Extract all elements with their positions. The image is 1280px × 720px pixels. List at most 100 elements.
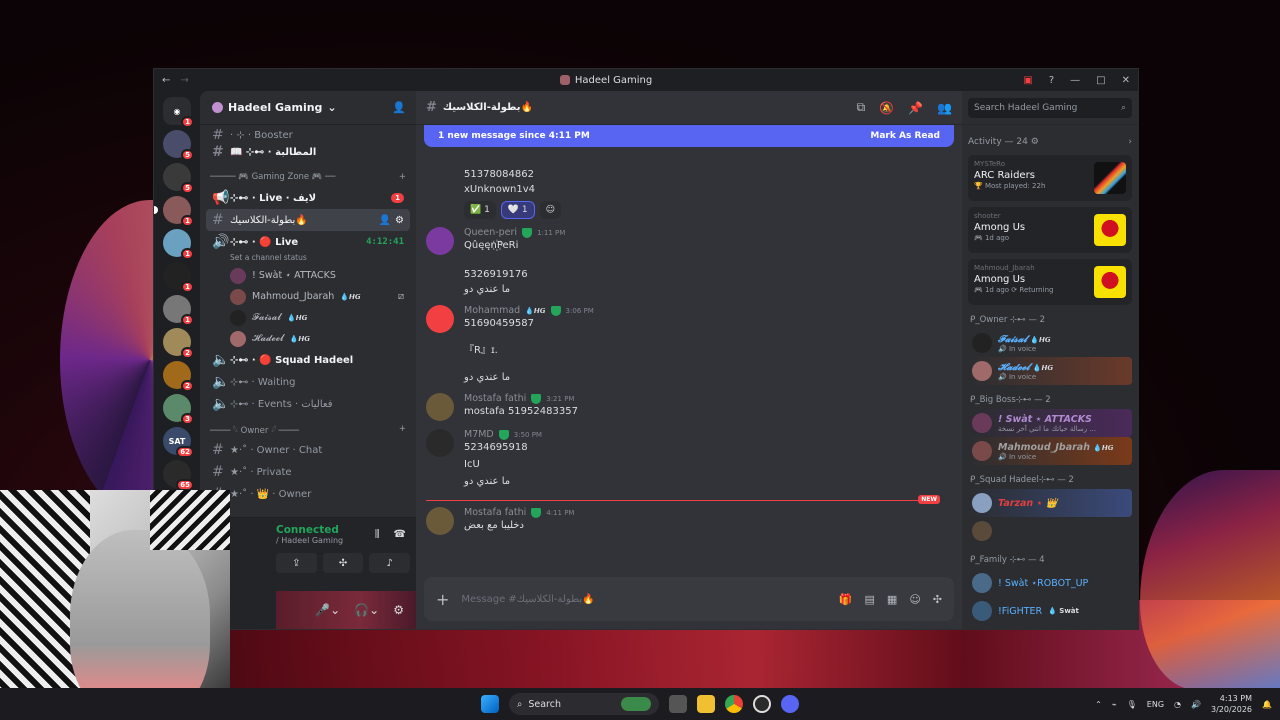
members-icon[interactable]: 👥 (937, 101, 952, 115)
guild-icon[interactable]: 1 (163, 262, 194, 293)
message-composer[interactable]: + Message #بطولة-الكلاسيك🔥 🎁 ▤ ▦ ☺ ✣ (424, 577, 954, 621)
share-screen-button[interactable]: ⇪ (276, 553, 317, 573)
channel-item[interactable]: # ★·˚ · Owner · Chat (206, 439, 410, 461)
chevron-up-icon[interactable]: ⌃ (1095, 700, 1102, 709)
member-item[interactable]: Tarzan ⋆ 👑 (968, 489, 1132, 517)
gear-icon[interactable]: ⚙ (393, 603, 404, 617)
category-gaming-zone[interactable]: ───── 🎮 Gaming Zone 🎮 ── + (206, 167, 410, 187)
guild-icon[interactable]: 65 (163, 460, 194, 491)
activities-button[interactable]: ✣ (322, 553, 364, 573)
threads-icon[interactable]: ⧉ (857, 100, 866, 115)
inbox-icon[interactable]: ▣ (1023, 75, 1032, 86)
author-name[interactable]: Mostafa fathi (464, 393, 526, 404)
sticker-icon[interactable]: ▦ (887, 593, 897, 606)
voice-user[interactable]: 𝓗𝓪𝓭𝓮𝓮𝓵 💧𝙃𝙂 (206, 328, 410, 349)
guild-icon[interactable]: 5 (163, 130, 194, 161)
member-item[interactable]: Mahmoud_Jbarah 💧𝙃𝙂 🔊 In voice (968, 437, 1132, 465)
emoji-icon[interactable]: ☺ (909, 593, 920, 606)
member-item[interactable]: ! Swàt ⋆ROBOT_UP (968, 569, 1132, 597)
voice-user[interactable]: Mahmoud_Jbarah 💧𝙃𝙂 ⧄ (206, 286, 410, 307)
guild-icon[interactable]: 2 (163, 361, 194, 392)
member-item[interactable]: ! Swàt ⋆ ATTACKS رسالة حياتك ما انتي آخر … (968, 409, 1132, 437)
task-view-icon[interactable] (669, 695, 687, 713)
file-explorer-icon[interactable] (697, 695, 715, 713)
avatar[interactable] (426, 227, 454, 255)
noise-suppression-icon[interactable]: ⫼ (375, 529, 380, 540)
channel-item[interactable]: # · ⊹ · Booster (206, 129, 410, 141)
guild-icon[interactable]: 5 (163, 163, 194, 194)
channel-item-active[interactable]: # بطولة-الكلاسيك🔥 👤 ⚙ (206, 209, 410, 231)
add-member-icon[interactable]: 👤 (392, 101, 406, 114)
close-button[interactable]: ✕ (1122, 75, 1130, 86)
mic-tray-icon[interactable]: 🎙 (1127, 700, 1137, 709)
taskbar-search[interactable]: ⌕ Search (509, 693, 659, 715)
channel-item-live[interactable]: 📢 ⊹⊷ · Live · لايف 1 (206, 187, 410, 209)
add-reaction-icon[interactable]: ☺ (539, 201, 561, 219)
activity-card[interactable]: shooter Among Us 🎮 1d ago (968, 207, 1132, 253)
forward-arrow-icon[interactable]: → (180, 75, 188, 86)
soundboard-button[interactable]: ♪ (369, 553, 411, 573)
discord-home-button[interactable]: ◉ 1 (163, 97, 194, 128)
voice-channel[interactable]: 🔈 ⊹⊷ · Events · فعاليات (206, 393, 410, 415)
member-item[interactable]: 𝓕𝓪𝓲𝓼𝓪𝓵 💧𝙃𝙂 🔊 In voice (968, 329, 1132, 357)
guild-icon[interactable]: 1 (163, 295, 194, 326)
search-input[interactable]: Search Hadeel Gaming ⌕ (968, 97, 1132, 118)
author-name[interactable]: Mohammad (464, 305, 520, 316)
invite-icon[interactable]: 👤 (379, 215, 391, 226)
voice-user[interactable]: ! Swàt ⋆ ATTACKS (206, 265, 410, 286)
chrome-icon[interactable] (725, 695, 743, 713)
plus-icon[interactable]: + (436, 590, 449, 609)
reaction-check[interactable]: ✅ 1 (464, 201, 496, 219)
server-header[interactable]: Hadeel Gaming ⌄ 👤 (200, 91, 416, 125)
channel-item[interactable]: # 📖 ⊹⊷ · المطالبة (206, 141, 410, 163)
notifications-icon[interactable]: 🔔 (1262, 700, 1272, 709)
channel-status-prompt[interactable]: Set a channel status (206, 253, 410, 265)
mark-as-read-button[interactable]: Mark As Read (870, 131, 940, 141)
plus-icon[interactable]: + (399, 172, 406, 182)
network-icon[interactable]: ⌁ (1112, 700, 1117, 709)
member-item[interactable] (968, 517, 1132, 545)
guild-icon[interactable]: 3 (163, 394, 194, 425)
activity-card[interactable]: MYSTeRo ARC Raiders 🏆 Most played: 22h (968, 155, 1132, 201)
plus-icon[interactable]: + (399, 424, 406, 434)
channel-item[interactable]: # ★·˚ · Private (206, 461, 410, 483)
guild-icon[interactable]: 1 (163, 229, 194, 260)
voice-channel[interactable]: 🔈 ⊹⊷ · Waiting (206, 371, 410, 393)
start-button[interactable] (481, 695, 499, 713)
avatar[interactable] (426, 507, 454, 535)
member-item[interactable]: 𝓗𝓪𝓭𝓮𝓮𝓵 💧𝙃𝙂 🔊 In voice (968, 357, 1132, 385)
gift-icon[interactable]: 🎁 (839, 593, 853, 606)
volume-icon[interactable]: 🔊 (1191, 700, 1201, 709)
gear-icon[interactable]: ⚙ (395, 215, 404, 226)
activity-header[interactable]: Activity — 24 ⚙ › (968, 131, 1132, 155)
avatar[interactable] (426, 305, 454, 333)
voice-channel-live[interactable]: 🔊 ⊹⊷ · 🔴 Live 4:12:41 (206, 231, 410, 253)
steam-icon[interactable] (753, 695, 771, 713)
maximize-button[interactable]: □ (1096, 75, 1105, 86)
author-name[interactable]: Mostafa fathi (464, 507, 526, 518)
clock[interactable]: 4:13 PM 3/20/2026 (1211, 693, 1252, 715)
message-input[interactable]: Message #بطولة-الكلاسيك🔥 (461, 594, 826, 605)
discord-taskbar-icon[interactable] (781, 695, 799, 713)
back-arrow-icon[interactable]: ← (162, 75, 170, 86)
language-indicator[interactable]: ENG (1147, 700, 1164, 709)
reaction-heart[interactable]: 🤍 1 (500, 201, 535, 219)
minimize-button[interactable]: — (1070, 75, 1080, 86)
channel-item[interactable]: #★·˚ · 👑 · Owner (206, 483, 410, 505)
activity-card[interactable]: Mahmoud_Jbarah Among Us 🎮 1d ago ⟳ Retur… (968, 259, 1132, 305)
author-name[interactable]: Queen-peri (464, 227, 517, 238)
member-item[interactable]: !FiGHTER 💧 Swàt (968, 597, 1132, 625)
gif-icon[interactable]: ▤ (865, 593, 875, 606)
avatar[interactable] (426, 429, 454, 457)
microphone-icon[interactable]: 🎤⌄ (315, 603, 340, 617)
pin-icon[interactable]: 📌 (908, 101, 923, 115)
disconnect-icon[interactable]: ☎ (394, 529, 406, 540)
wifi-icon[interactable]: ◔ (1174, 700, 1181, 709)
guild-icon[interactable]: 2 (163, 328, 194, 359)
help-icon[interactable]: ? (1049, 75, 1054, 86)
guild-icon[interactable]: 1 (154, 196, 194, 227)
author-name[interactable]: M7MD (464, 429, 494, 440)
headphones-icon[interactable]: 🎧⌄ (354, 603, 379, 617)
category-owner[interactable]: ──── 𓆩 Owner 𓆪 ──── + (206, 419, 410, 439)
guild-icon[interactable]: SAT 62 (163, 427, 194, 458)
